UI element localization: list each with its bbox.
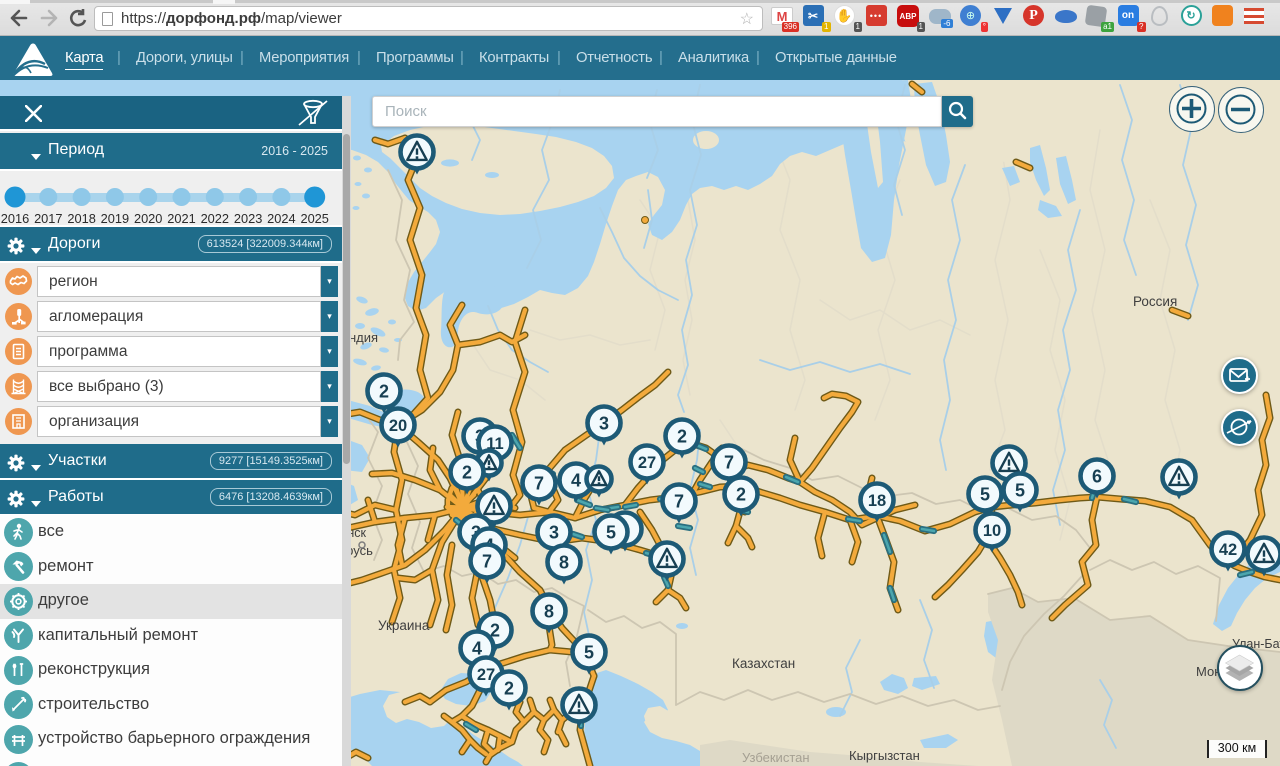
svg-text:6: 6 — [1092, 466, 1102, 486]
svg-text:3: 3 — [549, 522, 559, 542]
svg-text:18: 18 — [868, 492, 886, 510]
svg-text:10: 10 — [983, 522, 1001, 540]
svg-text:2024: 2024 — [267, 211, 295, 226]
svg-text:2020: 2020 — [134, 211, 162, 226]
svg-text:2: 2 — [462, 462, 472, 482]
svg-text:42: 42 — [1219, 541, 1237, 559]
svg-text:7: 7 — [534, 473, 544, 493]
svg-text:Россия: Россия — [1133, 294, 1177, 309]
svg-text:7: 7 — [674, 491, 684, 511]
svg-text:Узбекистан: Узбекистан — [742, 750, 810, 765]
svg-text:4: 4 — [571, 470, 581, 490]
svg-text:2: 2 — [736, 484, 746, 504]
svg-text:2017: 2017 — [34, 211, 62, 226]
svg-text:2022: 2022 — [201, 211, 229, 226]
svg-text:2: 2 — [504, 678, 514, 698]
svg-text:2018: 2018 — [67, 211, 95, 226]
svg-text:5: 5 — [606, 522, 616, 542]
svg-text:5: 5 — [980, 484, 990, 504]
svg-text:3: 3 — [599, 413, 609, 433]
svg-text:2023: 2023 — [234, 211, 262, 226]
svg-text:Кыргызстан: Кыргызстан — [849, 748, 920, 763]
svg-text:2: 2 — [379, 381, 389, 401]
svg-text:20: 20 — [389, 417, 407, 435]
svg-text:27: 27 — [638, 454, 656, 472]
svg-text:2025: 2025 — [300, 211, 328, 226]
svg-text:Украина: Украина — [378, 618, 430, 633]
svg-text:8: 8 — [559, 552, 569, 572]
svg-text:5: 5 — [1015, 480, 1025, 500]
svg-text:8: 8 — [544, 601, 554, 621]
svg-text:2016: 2016 — [1, 211, 29, 226]
svg-text:2: 2 — [677, 426, 687, 446]
svg-text:2021: 2021 — [167, 211, 195, 226]
svg-text:4: 4 — [472, 638, 482, 658]
svg-text:7: 7 — [724, 452, 734, 472]
svg-text:2019: 2019 — [101, 211, 129, 226]
svg-text:Казахстан: Казахстан — [732, 656, 795, 671]
svg-text:7: 7 — [482, 551, 492, 571]
svg-text:5: 5 — [584, 642, 594, 662]
